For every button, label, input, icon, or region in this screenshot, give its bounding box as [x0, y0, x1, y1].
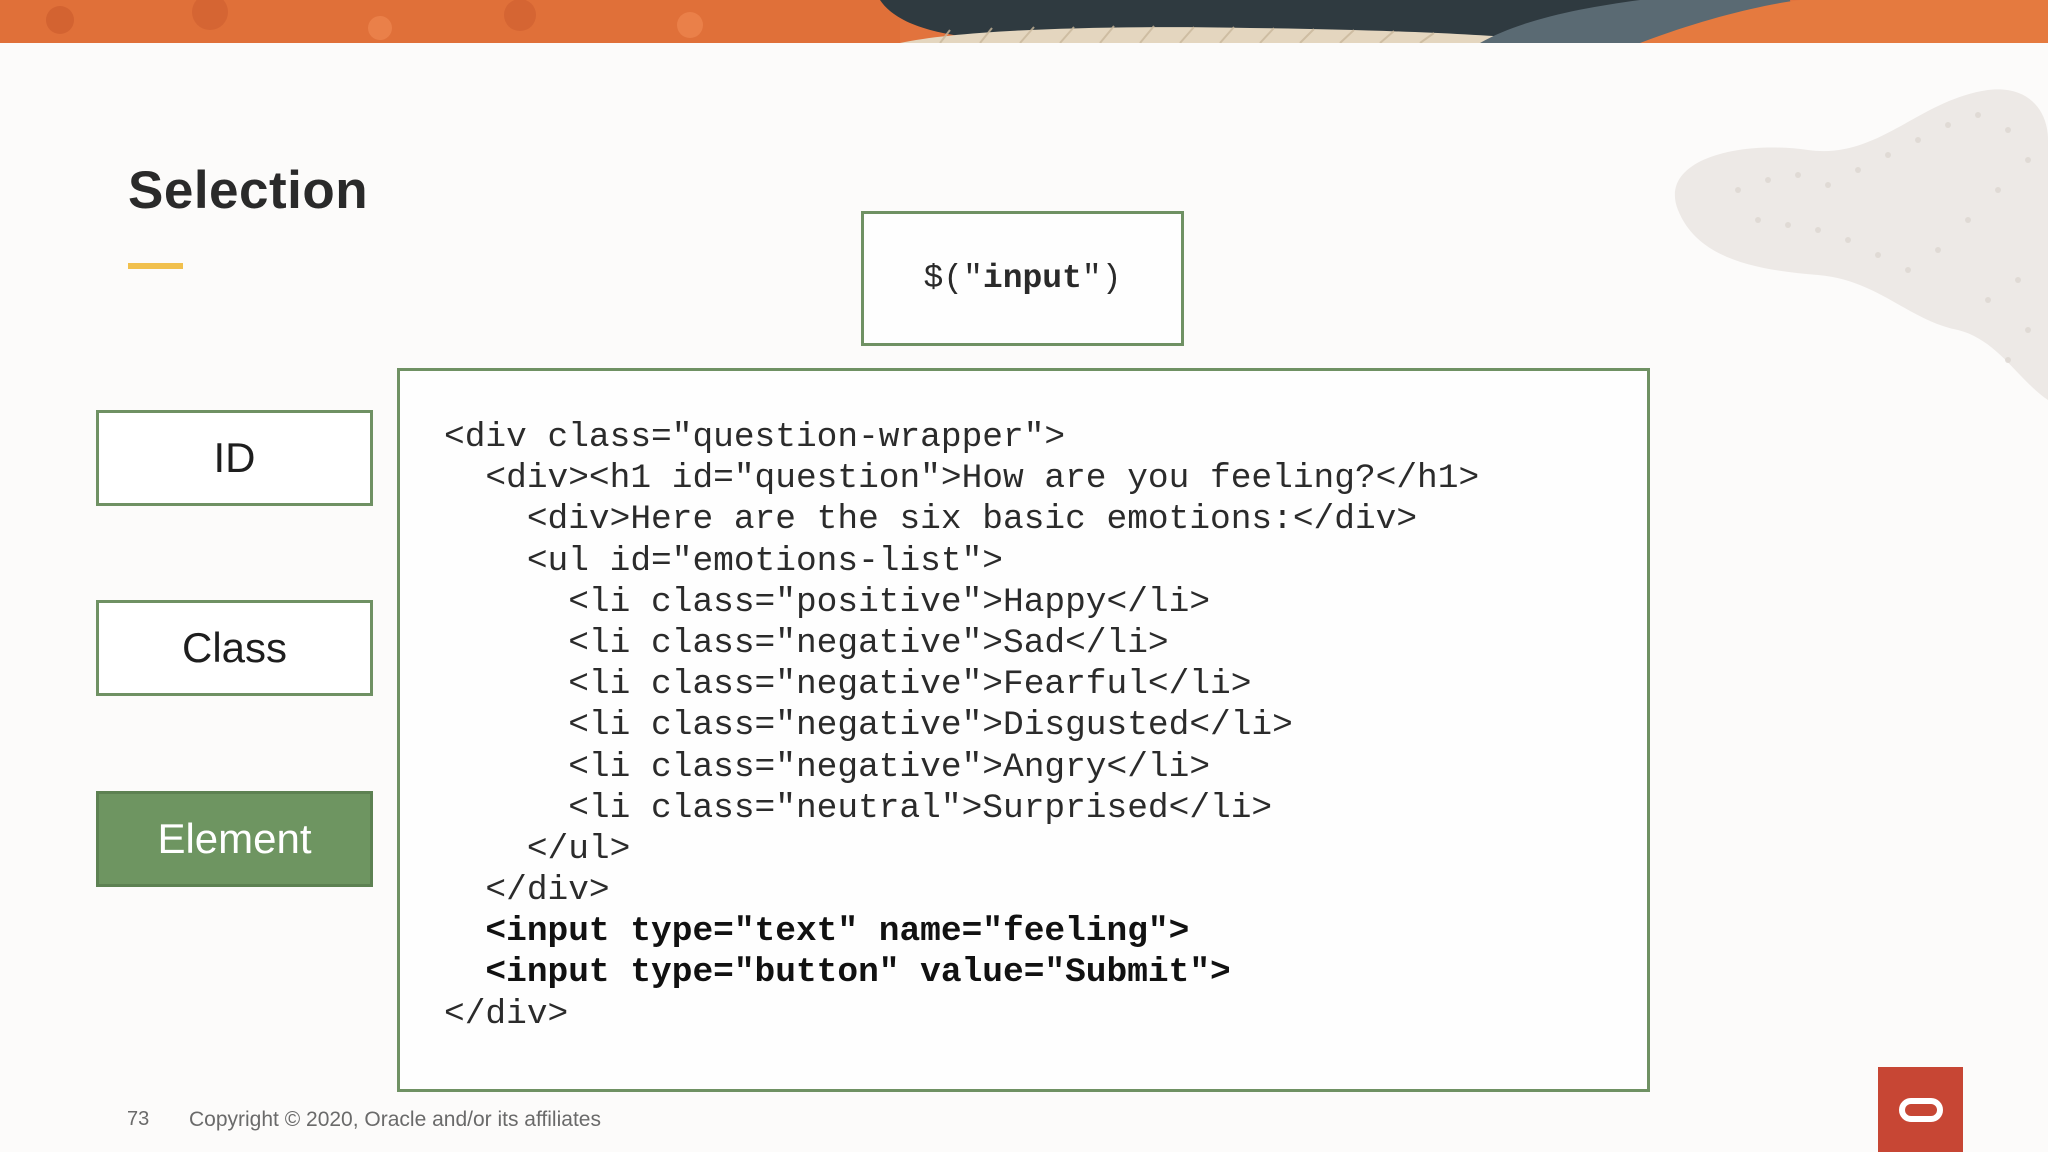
category-class-label: Class — [181, 624, 288, 671]
code-line: </div> — [444, 994, 569, 1034]
selector-code-suffix: ") — [1081, 260, 1122, 297]
decorative-texture-art — [1674, 89, 2048, 400]
category-id-button[interactable]: ID — [96, 410, 373, 506]
code-line: </div> — [444, 871, 610, 911]
code-line: <div>Here are the six basic emotions:</d… — [444, 500, 1418, 540]
category-element-button[interactable]: Element — [96, 791, 373, 887]
selector-code-prefix: $(" — [923, 260, 983, 297]
code-line-highlighted: <input type="button" value="Submit"> — [444, 953, 1231, 993]
selector-code-box: $(" input ") — [861, 211, 1184, 346]
oracle-logo-icon — [1878, 1067, 1963, 1152]
code-line: <li class="negative">Angry</li> — [444, 747, 1211, 787]
code-line: <li class="neutral">Surprised</li> — [444, 788, 1273, 828]
title-underline — [128, 263, 183, 269]
copyright-text: Copyright © 2020, Oracle and/or its affi… — [189, 1108, 601, 1131]
code-line-highlighted: <input type="text" name="feeling"> — [444, 912, 1190, 952]
category-class-button[interactable]: Class — [96, 600, 373, 696]
page-number: 73 — [127, 1108, 150, 1130]
code-line: <li class="positive">Happy</li> — [444, 582, 1211, 622]
slide: Selection $(" input ") ID Class Element <d… — [0, 0, 2048, 1152]
code-line: <div><h1 id="question">How are you feeli… — [444, 459, 1480, 499]
code-line: </ul> — [444, 829, 631, 869]
category-element-label: Element — [157, 815, 312, 862]
header-banner-art — [0, 0, 2048, 43]
slide-title: Selection — [128, 161, 369, 220]
code-line: <li class="negative">Sad</li> — [444, 623, 1169, 663]
code-line: <div class="question-wrapper"> — [444, 418, 1066, 457]
selector-code-value: input — [982, 260, 1082, 297]
code-line: <li class="negative">Fearful</li> — [444, 665, 1252, 705]
category-id-label: ID — [213, 434, 256, 481]
code-line: <li class="negative">Disgusted</li> — [444, 706, 1293, 746]
logo-ring-shape — [1898, 1097, 1943, 1122]
code-panel: <div class="question-wrapper"> <div><h1 … — [397, 368, 1650, 1092]
code-line: <ul id="emotions-list"> — [444, 541, 1003, 581]
